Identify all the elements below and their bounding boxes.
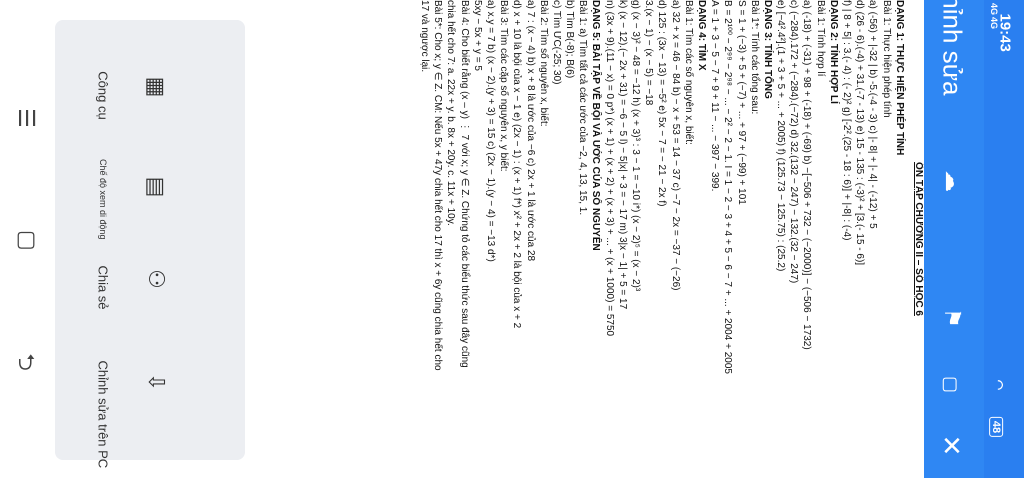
- document-line: Bài 1: a) Tìm tất cả các ước của −2, 4, …: [577, 0, 589, 216]
- status-bar: 19:43 4G 4G ◠ 48: [984, 0, 1024, 478]
- header-title: Chỉnh sửa: [937, 0, 968, 96]
- app-header: Chỉnh sửa ☁ ⚑ ▢ ✕: [924, 0, 984, 478]
- read-mode-label: Chế độ xem di động: [98, 159, 108, 240]
- section-heading: DẠNG 4: TÌM X: [696, 0, 707, 71]
- tools-button[interactable]: ▦ Công cụ: [55, 60, 245, 130]
- share-label: Chia sẻ: [95, 265, 111, 310]
- grid-icon: ▦: [144, 76, 169, 98]
- section-heading: DẠNG 2: TÍNH HỢP LÍ: [827, 0, 839, 104]
- navigation-bar: ☰ ▢ ⮌: [0, 0, 52, 478]
- document-page: ÔN TẬP CHƯƠNG II – SỐ HỌC 6 DẠNG 1: THỰC…: [245, 0, 925, 478]
- tools-share-icon[interactable]: ⚑: [939, 308, 965, 328]
- document-line: b) Tìm B(-8); B(6): [564, 0, 576, 79]
- home-button-icon[interactable]: ▢: [12, 225, 40, 253]
- document-line: k) (x − 12).(− 2x + 31) = −6 − 5 l) − 5|…: [616, 0, 628, 310]
- document-line: c) (−284).172 + (−284).(−72) d) 32.(132 …: [788, 0, 800, 284]
- document-line: a) (-56) + |-32 | b) -5.(-4 - 3) c) |- 8…: [867, 0, 879, 229]
- page-count-icon[interactable]: ▢: [940, 376, 961, 393]
- document-line: d) 125 : (3x − 13) = −5² e) 5x − 7 = − 2…: [656, 0, 668, 207]
- document-line: 3.(x − 1) − (x − 5) = −18: [643, 0, 655, 106]
- tools-label: Công cụ: [95, 71, 111, 120]
- cloud-sync-icon[interactable]: ☁: [940, 170, 966, 192]
- clock: 19:43: [996, 13, 1014, 52]
- document-lines: DẠNG 1: THỰC HIỆN PHÉP TÍNH Bài 1: Thực h…: [418, 0, 906, 478]
- document-line: e) [−4².4²].(1 + 3 + 5 + ... + 2005) f) …: [775, 0, 787, 272]
- edit-on-pc-label: Chỉnh sửa trên PC: [95, 360, 111, 469]
- document-line: d) x + 10 là bội của x − 1 e) (2x − 1) :…: [511, 0, 523, 329]
- document-line: chia hết cho 7: a. 22x + y. b. 8x + 20y.…: [445, 0, 457, 226]
- document-line: Bài 1: Thực hiện phép tính: [880, 0, 892, 118]
- document-line: Bài 1*: Tính các tổng sau:: [748, 0, 760, 115]
- section-heading: DẠNG 3: TÍNH TỔNG: [761, 0, 773, 99]
- document-line: c) Tìm ƯC(-25; 30): [550, 0, 562, 85]
- document-view[interactable]: ÔN TẬP CHƯƠNG II – SỐ HỌC 6 DẠNG 1: THỰC…: [245, 0, 925, 478]
- battery-indicator: 48: [989, 416, 1004, 438]
- section-heading: DẠNG 5: BÀI TẬP VỀ BỘI VÀ ƯỚC CỦA SỐ NGU…: [590, 0, 602, 251]
- document-line: d) (26 - 6).(-4) + 31.(-7 - 13) e) 15 - …: [854, 0, 866, 266]
- bottom-toolbar: ▦ Công cụ ▤ Chế độ xem di động ⚇ Chia sẻ…: [55, 20, 245, 469]
- document-line: Bài 1: Tính hợp lí: [814, 0, 826, 77]
- document-line: g) (x − 3)² − 48 = −12 h) (x + 3)³ : 3 −…: [630, 0, 642, 292]
- wifi-icon: ◠: [992, 379, 1007, 391]
- mobile-view-icon: ▤: [144, 176, 169, 198]
- document-line: A = 1 + 3 − 5 − 7 + 9 + 11 − ... − 397 −…: [709, 0, 721, 192]
- document-line: S = 1 + (−3) + 5 + (−7) + ... + 97 + (−9…: [735, 0, 747, 205]
- document-line: f) | 8 + 5| : 3.(- 4) : (- 2)² g) [-2².(…: [841, 0, 853, 241]
- document-line: Bài 2: Tìm số nguyên x, biết:: [537, 0, 549, 127]
- download-icon: ⇩: [144, 372, 169, 392]
- recent-apps-icon[interactable]: ☰: [12, 104, 40, 132]
- document-line: a) 32 + x = 46 − 84 b) − x + 53 = 14 − 3…: [669, 0, 681, 291]
- app-screen: ☰ ▢ ⮌ ▦ Công cụ ▤ Chế độ xem di động ⚇ C…: [0, 0, 1024, 478]
- document-line: Bài 5*: Cho x; y ∈ Z. CM: Nếu 5x + 47y c…: [432, 0, 444, 371]
- signal-4g-label: 4G: [989, 2, 1000, 16]
- close-icon[interactable]: ✕: [935, 435, 966, 457]
- document-line: Bài 4: Cho biết rằng (x – y) ⋮ 7 với x; …: [458, 0, 470, 368]
- document-line: Bài 1: Tìm các số nguyên x, biết:: [682, 0, 694, 145]
- document-line: n) (3x + 9).(11 − x) = 0 p*) (x + 1) + (…: [603, 0, 615, 337]
- document-line: 17 và ngược lại.: [419, 0, 431, 73]
- document-line: a) x.y = 7 b) (x − 2).(y + 3) = 15 c) (2…: [485, 0, 496, 262]
- back-icon[interactable]: ⮌: [12, 348, 40, 376]
- signal-4g-label-2: 4G: [989, 16, 1000, 30]
- share-button[interactable]: ⚇ Chia sẻ: [55, 252, 245, 322]
- document-line: Bài 3: Tìm các cặp số nguyên x, y biết:: [498, 0, 510, 172]
- read-mode-button[interactable]: ▤ Chế độ xem di động: [55, 159, 245, 240]
- edit-on-pc-button[interactable]: ⇩ Chỉnh sửa trên PC: [55, 355, 245, 469]
- document-line: a) 7 : (x − 4) b) x + 8 là ước của −6 c)…: [524, 0, 536, 262]
- section-heading: DẠNG 1: THỰC HIỆN PHÉP TÍNH: [893, 0, 905, 156]
- document-line: B = 2¹⁰⁰ − 2⁹⁹ − 2⁹⁸ − ... − 2² − 2 − 1.…: [722, 0, 734, 374]
- share-icon: ⚇: [144, 269, 169, 289]
- document-line: 5xy − 5x + y = 5: [471, 0, 483, 71]
- document-line: a) (-18) + (-31) + 98 + (-18) + (-69) b)…: [801, 0, 813, 350]
